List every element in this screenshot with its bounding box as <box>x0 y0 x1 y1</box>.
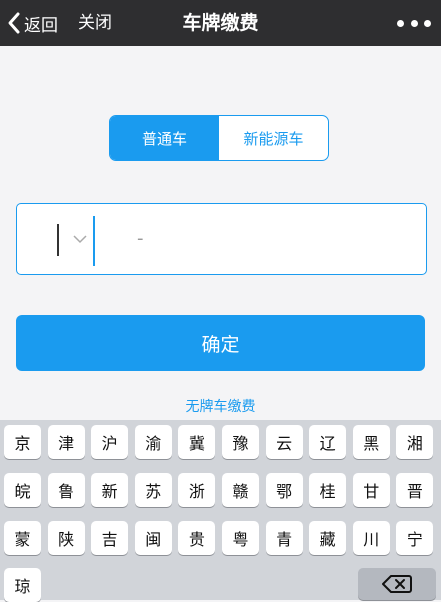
keyboard-key[interactable]: 云 <box>265 425 303 459</box>
top-bar: 返回 关闭 车牌缴费 <box>0 0 441 46</box>
chevron-down-icon[interactable] <box>73 234 87 244</box>
no-plate-payment-link[interactable]: 无牌车缴费 <box>0 396 441 416</box>
tab-new-energy-car[interactable]: 新能源车 <box>219 116 328 160</box>
keyboard-key[interactable]: 新 <box>91 473 129 507</box>
keyboard-key[interactable]: 浙 <box>178 473 216 507</box>
plate-number-input[interactable]: - <box>16 203 427 275</box>
keyboard-key[interactable]: 鲁 <box>47 473 85 507</box>
tab-regular-car[interactable]: 普通车 <box>110 116 219 160</box>
province-separator <box>93 216 95 266</box>
close-button[interactable]: 关闭 <box>78 8 112 38</box>
confirm-button[interactable]: 确定 <box>16 315 425 371</box>
keyboard-key[interactable]: 琼 <box>4 568 41 602</box>
keyboard-key[interactable]: 青 <box>265 521 303 555</box>
keyboard-key[interactable]: 贵 <box>178 521 216 555</box>
keyboard-key[interactable]: 皖 <box>4 473 41 507</box>
province-keyboard: 京津沪渝冀豫云辽黑湘皖鲁新苏浙赣鄂桂甘晋蒙陕吉闽贵粤青藏川宁琼 <box>0 420 441 602</box>
keyboard-key[interactable]: 宁 <box>396 521 434 555</box>
keyboard-key[interactable]: 豫 <box>222 425 259 459</box>
text-cursor <box>57 224 59 256</box>
page-title: 车牌缴费 <box>182 12 259 34</box>
keyboard-key[interactable]: 湘 <box>396 425 434 459</box>
plate-dash: - <box>137 228 144 249</box>
keyboard-key[interactable]: 晋 <box>396 473 434 507</box>
back-label: 返回 <box>24 15 58 36</box>
keyboard-key[interactable]: 陕 <box>47 521 85 555</box>
delete-key[interactable] <box>358 568 436 600</box>
keyboard-key[interactable]: 黑 <box>352 425 390 459</box>
chevron-left-icon <box>8 12 20 34</box>
keyboard-key[interactable]: 粤 <box>222 521 259 555</box>
vehicle-type-tabs: 普通车 新能源车 <box>109 115 329 161</box>
backspace-icon <box>382 575 412 593</box>
keyboard-key[interactable]: 川 <box>352 521 390 555</box>
keyboard-key[interactable]: 津 <box>47 425 85 459</box>
more-icon[interactable] <box>397 12 431 34</box>
keyboard-key[interactable]: 甘 <box>352 473 390 507</box>
keyboard-key[interactable]: 沪 <box>91 425 129 459</box>
keyboard-key[interactable]: 闽 <box>134 521 172 555</box>
keyboard-key[interactable]: 赣 <box>222 473 259 507</box>
keyboard-key[interactable]: 辽 <box>309 425 347 459</box>
keyboard-key[interactable]: 苏 <box>134 473 172 507</box>
keyboard-key[interactable]: 鄂 <box>265 473 303 507</box>
back-button[interactable]: 返回 <box>6 8 58 38</box>
keyboard-key[interactable]: 京 <box>4 425 41 459</box>
keyboard-key[interactable]: 蒙 <box>4 521 41 555</box>
keyboard-key[interactable]: 桂 <box>309 473 347 507</box>
keyboard-key[interactable]: 冀 <box>178 425 216 459</box>
keyboard-key[interactable]: 渝 <box>134 425 172 459</box>
keyboard-key[interactable]: 藏 <box>309 521 347 555</box>
keyboard-key[interactable]: 吉 <box>91 521 129 555</box>
